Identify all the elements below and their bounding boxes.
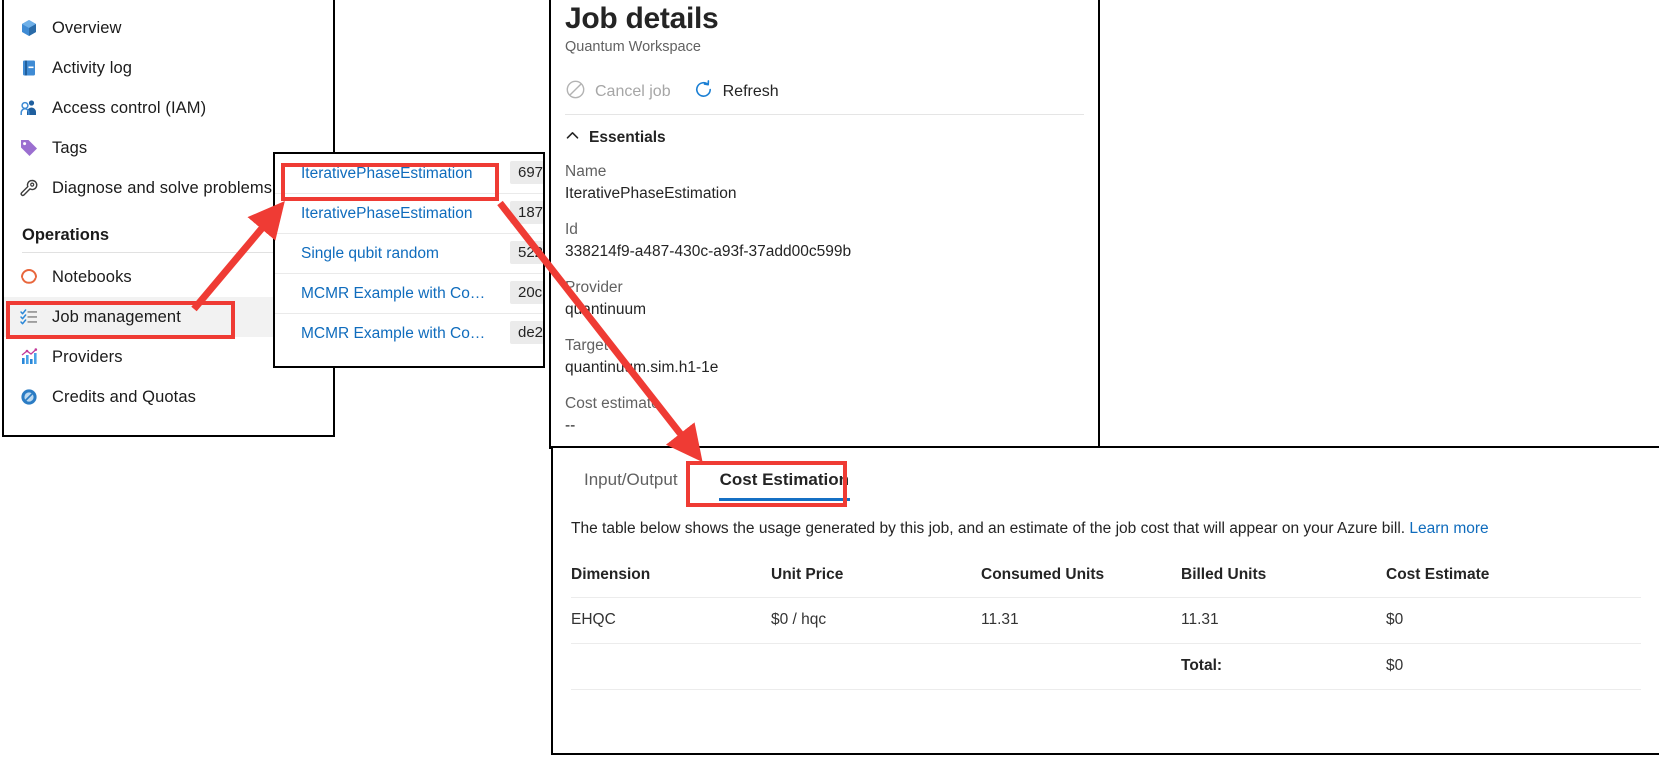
- column-header-dimension: Dimension: [571, 560, 771, 598]
- cost-estimation-panel: Input/Output Cost Estimation The table b…: [551, 446, 1659, 755]
- tab-cost-estimation[interactable]: Cost Estimation: [707, 466, 862, 501]
- job-details-panel: Job details Quantum Workspace Cancel job: [549, 0, 1100, 449]
- sidebar-item-label: Job management: [52, 308, 181, 327]
- table-row[interactable]: MCMR Example with Co… 20c: [275, 274, 543, 314]
- sidebar-item-access-control[interactable]: Access control (IAM): [4, 88, 333, 128]
- job-name-link[interactable]: IterativePhaseEstimation: [301, 165, 472, 183]
- sidebar-item-activity-log[interactable]: Activity log: [4, 48, 333, 88]
- table-row: EHQC $0 / hqc 11.31 11.31 $0: [571, 598, 1641, 644]
- job-management-icon: [18, 306, 40, 328]
- field-label: Name: [565, 161, 1084, 183]
- field-value: quantinuum.sim.h1-1e: [565, 357, 1084, 379]
- refresh-label: Refresh: [723, 83, 779, 101]
- overview-cube-icon: [18, 17, 40, 39]
- field-target: Target quantinuum.sim.h1-1e: [565, 335, 1084, 380]
- column-header-cost-estimate: Cost Estimate: [1386, 560, 1641, 598]
- field-label: Target: [565, 335, 1084, 357]
- table-row[interactable]: IterativePhaseEstimation 697: [275, 154, 543, 194]
- field-name: Name IterativePhaseEstimation: [565, 161, 1084, 206]
- sidebar-item-label: Overview: [52, 19, 122, 38]
- sidebar-item-label: Diagnose and solve problems: [52, 179, 272, 198]
- cancel-circle-slash-icon: [565, 79, 586, 105]
- learn-more-link[interactable]: Learn more: [1409, 520, 1488, 537]
- column-header-consumed-units: Consumed Units: [981, 560, 1181, 598]
- job-name-link[interactable]: Single qubit random: [301, 245, 439, 263]
- job-id-chip: 20c: [510, 281, 545, 304]
- cost-description: The table below shows the usage generate…: [553, 501, 1659, 538]
- page-subtitle: Quantum Workspace: [565, 39, 1084, 55]
- table-header-row: Dimension Unit Price Consumed Units Bill…: [571, 560, 1641, 598]
- page-title: Job details: [565, 0, 1084, 36]
- screenshot-root: Overview Activity log: [0, 0, 1661, 777]
- tab-input-output[interactable]: Input/Output: [571, 466, 691, 501]
- column-header-unit-price: Unit Price: [771, 560, 981, 598]
- sidebar-item-label: Activity log: [52, 59, 132, 78]
- field-label: Cost estimate: [565, 393, 1084, 415]
- access-control-people-icon: [18, 97, 40, 119]
- field-id: Id 338214f9-a487-430c-a93f-37add00c599b: [565, 219, 1084, 264]
- chevron-up-icon: [565, 128, 580, 148]
- cost-table: Dimension Unit Price Consumed Units Bill…: [571, 560, 1641, 690]
- field-value: --: [565, 415, 1084, 437]
- cell-consumed-units: 11.31: [981, 598, 1181, 644]
- sidebar-item-label: Credits and Quotas: [52, 388, 196, 407]
- total-spacer: [981, 644, 1181, 690]
- table-row[interactable]: Single qubit random 522: [275, 234, 543, 274]
- total-value: $0: [1386, 644, 1641, 690]
- job-name-link[interactable]: MCMR Example with Co…: [301, 285, 485, 303]
- command-bar: Cancel job Refresh: [565, 69, 1084, 115]
- field-provider: Provider quantinuum: [565, 277, 1084, 322]
- total-spacer: [571, 644, 771, 690]
- table-row[interactable]: IterativePhaseEstimation 187: [275, 194, 543, 234]
- refresh-icon: [693, 79, 714, 105]
- job-name-link[interactable]: MCMR Example with Co…: [301, 325, 485, 343]
- cell-unit-price: $0 / hqc: [771, 598, 981, 644]
- wrench-icon: [18, 177, 40, 199]
- field-value: 338214f9-a487-430c-a93f-37add00c599b: [565, 241, 1084, 263]
- cell-billed-units: 11.31: [1181, 598, 1386, 644]
- tag-icon: [18, 137, 40, 159]
- sidebar-item-label: Tags: [52, 139, 87, 158]
- essentials-toggle[interactable]: Essentials: [565, 128, 1084, 148]
- field-label: Provider: [565, 277, 1084, 299]
- total-label: Total:: [1181, 644, 1386, 690]
- essentials-label: Essentials: [589, 129, 666, 147]
- table-row[interactable]: MCMR Example with Co… de2: [275, 314, 543, 354]
- cancel-job-button[interactable]: Cancel job: [565, 79, 671, 105]
- field-cost-estimate: Cost estimate --: [565, 393, 1084, 438]
- sidebar-item-label: Access control (IAM): [52, 99, 206, 118]
- sidebar-item-label: Providers: [52, 348, 123, 367]
- table-total-row: Total: $0: [571, 644, 1641, 690]
- cost-description-text: The table below shows the usage generate…: [571, 520, 1405, 537]
- cell-dimension: EHQC: [571, 598, 771, 644]
- activity-log-icon: [18, 57, 40, 79]
- total-label-text: Total:: [1181, 657, 1222, 674]
- sidebar-item-credits-quotas[interactable]: Credits and Quotas: [4, 377, 333, 417]
- field-value: IterativePhaseEstimation: [565, 183, 1084, 205]
- column-header-billed-units: Billed Units: [1181, 560, 1386, 598]
- job-id-chip: de2: [510, 321, 545, 344]
- job-id-chip: 187: [510, 201, 545, 224]
- cell-cost-estimate: $0: [1386, 598, 1641, 644]
- job-id-chip: 522: [510, 241, 545, 264]
- field-value: quantinuum: [565, 299, 1084, 321]
- total-spacer: [771, 644, 981, 690]
- sidebar-item-label: Notebooks: [52, 268, 132, 287]
- tab-strip: Input/Output Cost Estimation: [553, 448, 1659, 501]
- notebooks-icon: [18, 266, 40, 288]
- cancel-job-label: Cancel job: [595, 83, 671, 101]
- job-list-panel: IterativePhaseEstimation 697 IterativePh…: [273, 152, 545, 368]
- field-label: Id: [565, 219, 1084, 241]
- job-id-chip: 697: [510, 161, 545, 184]
- sidebar-item-overview[interactable]: Overview: [4, 8, 333, 48]
- credits-quotas-icon: [18, 386, 40, 408]
- refresh-button[interactable]: Refresh: [693, 79, 779, 105]
- job-name-link[interactable]: IterativePhaseEstimation: [301, 205, 472, 223]
- providers-chart-icon: [18, 346, 40, 368]
